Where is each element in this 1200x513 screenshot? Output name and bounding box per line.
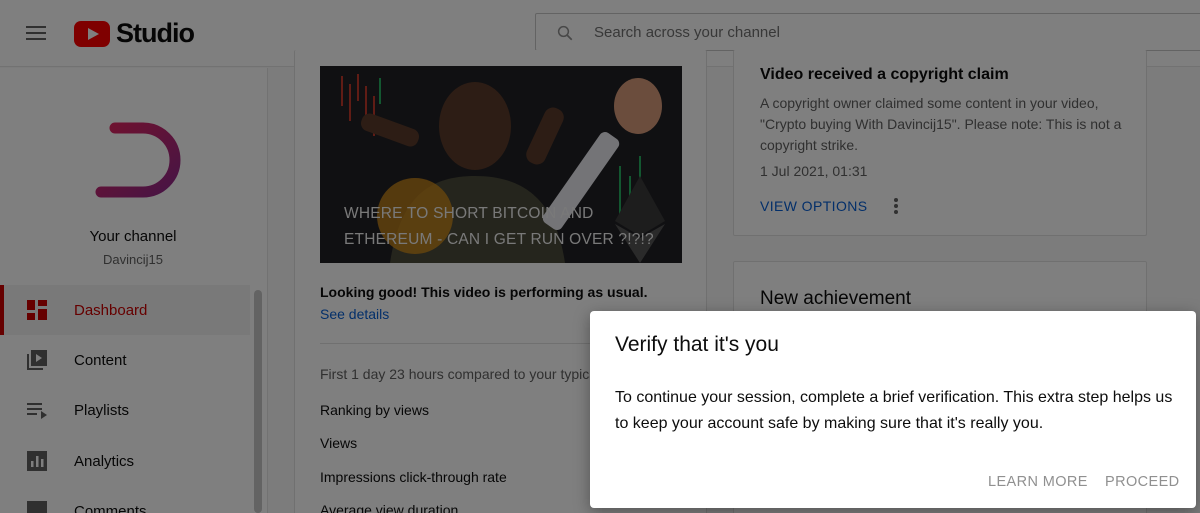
verify-dialog: Verify that it's you To continue your se… bbox=[590, 311, 1196, 508]
learn-more-button[interactable]: LEARN MORE bbox=[988, 474, 1088, 490]
dialog-title: Verify that it's you bbox=[615, 333, 779, 356]
proceed-button[interactable]: PROCEED bbox=[1105, 474, 1180, 490]
dialog-body: To continue your session, complete a bri… bbox=[615, 389, 1173, 432]
